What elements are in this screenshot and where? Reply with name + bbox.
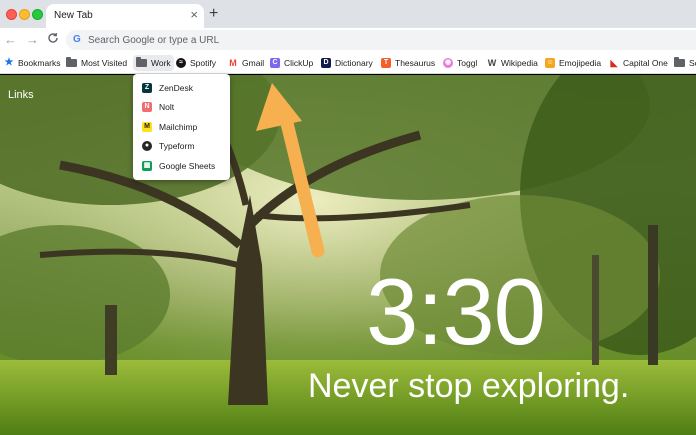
bookmark-label: Sc bbox=[689, 58, 696, 68]
reload-svg bbox=[48, 33, 58, 43]
spotify-icon: ≈ bbox=[176, 58, 186, 68]
bookmark-label: Dictionary bbox=[335, 58, 373, 68]
bookmark-bookmarks[interactable]: ★ Bookmarks bbox=[4, 55, 61, 71]
bookmark-label: Bookmarks bbox=[18, 58, 61, 68]
gmail-icon: M bbox=[229, 58, 237, 68]
window-close-button[interactable] bbox=[6, 9, 17, 20]
menu-item-label: Google Sheets bbox=[159, 160, 216, 171]
window-minimize-button[interactable] bbox=[19, 9, 30, 20]
google-sheets-icon: ▦ bbox=[142, 160, 152, 171]
bookmark-label: ClickUp bbox=[284, 58, 314, 68]
bookmark-label: Thesaurus bbox=[395, 58, 436, 68]
bookmark-label: Work bbox=[151, 58, 171, 68]
nolt-icon: N bbox=[142, 102, 152, 113]
bookmark-gmail[interactable]: M Gmail bbox=[228, 55, 264, 71]
bookmark-label: Emojipedia bbox=[559, 58, 602, 68]
bookmark-label: Capital One bbox=[623, 58, 668, 68]
bookmark-clickup[interactable]: C ClickUp bbox=[270, 55, 313, 71]
menu-item-nolt[interactable]: N Nolt bbox=[133, 98, 230, 118]
bookmark-label: Gmail bbox=[242, 58, 265, 68]
wikipedia-icon: W bbox=[487, 58, 497, 68]
menu-item-mailchimp[interactable]: M Mailchimp bbox=[133, 117, 230, 137]
menu-item-label: Mailchimp bbox=[159, 121, 198, 132]
bookmark-most-visited[interactable]: Most Visited bbox=[66, 55, 127, 71]
bookmarks-bar: ★ Bookmarks Most Visited Work ≈ Spotify … bbox=[0, 52, 696, 74]
menu-item-google-sheets[interactable]: ▦ Google Sheets bbox=[133, 156, 230, 176]
window-maximize-button[interactable] bbox=[32, 9, 43, 20]
bookmark-label: Spotify bbox=[190, 58, 216, 68]
dictionary-icon: D bbox=[321, 58, 331, 68]
bookmark-sc[interactable]: Sc bbox=[674, 55, 696, 71]
thesaurus-icon: T bbox=[381, 58, 391, 68]
clickup-icon: C bbox=[270, 58, 280, 68]
omnibox-input[interactable] bbox=[88, 30, 668, 50]
bookmark-label: Most Visited bbox=[81, 58, 128, 68]
capitalone-icon: ◣ bbox=[610, 58, 618, 68]
star-icon: ★ bbox=[4, 57, 14, 68]
new-tab-page: Links 3:30 Never stop exploring. bbox=[0, 75, 696, 435]
folder-icon bbox=[66, 57, 77, 67]
bookmark-wikipedia[interactable]: W Wikipedia bbox=[487, 55, 538, 71]
folder-icon bbox=[136, 57, 147, 67]
bookmark-label: Toggl bbox=[457, 58, 478, 68]
close-icon[interactable]: × bbox=[190, 8, 198, 22]
zendesk-icon: Z bbox=[142, 82, 152, 93]
tab-new-tab[interactable]: New Tab × bbox=[46, 4, 204, 28]
menu-item-typeform[interactable]: ● Typeform bbox=[133, 137, 230, 157]
bookmark-thesaurus[interactable]: T Thesaurus bbox=[381, 55, 435, 71]
toolbar: ← → G bbox=[0, 28, 696, 52]
bookmark-work[interactable]: Work bbox=[133, 55, 174, 71]
bookmark-capital-one[interactable]: ◣ Capital One bbox=[609, 55, 668, 71]
clock: 3:30 bbox=[366, 259, 546, 364]
bookmark-dictionary[interactable]: D Dictionary bbox=[321, 55, 373, 71]
work-folder-menu: Z ZenDesk N Nolt M Mailchimp ● Typeform … bbox=[133, 74, 230, 180]
links-label[interactable]: Links bbox=[8, 89, 34, 101]
bookmark-toggl[interactable]: ◉ Toggl bbox=[443, 55, 477, 71]
reload-icon[interactable] bbox=[47, 32, 59, 48]
bookmark-spotify[interactable]: ≈ Spotify bbox=[176, 55, 216, 71]
google-icon: G bbox=[73, 34, 81, 45]
tab-strip: New Tab × + bbox=[0, 0, 696, 28]
bookmark-emojipedia[interactable]: ☺ Emojipedia bbox=[545, 55, 601, 71]
menu-item-label: ZenDesk bbox=[159, 82, 194, 93]
emojipedia-icon: ☺ bbox=[545, 58, 555, 68]
tab-title: New Tab bbox=[54, 10, 93, 21]
menu-item-zendesk[interactable]: Z ZenDesk bbox=[133, 78, 230, 98]
new-tab-button[interactable]: + bbox=[209, 5, 218, 23]
omnibox[interactable]: G bbox=[66, 30, 696, 50]
forward-arrow-icon[interactable]: → bbox=[26, 32, 39, 48]
bookmark-label: Wikipedia bbox=[501, 58, 538, 68]
toggl-icon: ◉ bbox=[443, 58, 453, 68]
back-arrow-icon[interactable]: ← bbox=[4, 32, 17, 48]
motto-text: Never stop exploring. bbox=[308, 367, 630, 405]
folder-icon bbox=[674, 57, 685, 67]
typeform-icon: ● bbox=[142, 141, 152, 152]
menu-item-label: Typeform bbox=[159, 141, 195, 152]
menu-item-label: Nolt bbox=[159, 102, 175, 113]
mailchimp-icon: M bbox=[142, 121, 152, 132]
